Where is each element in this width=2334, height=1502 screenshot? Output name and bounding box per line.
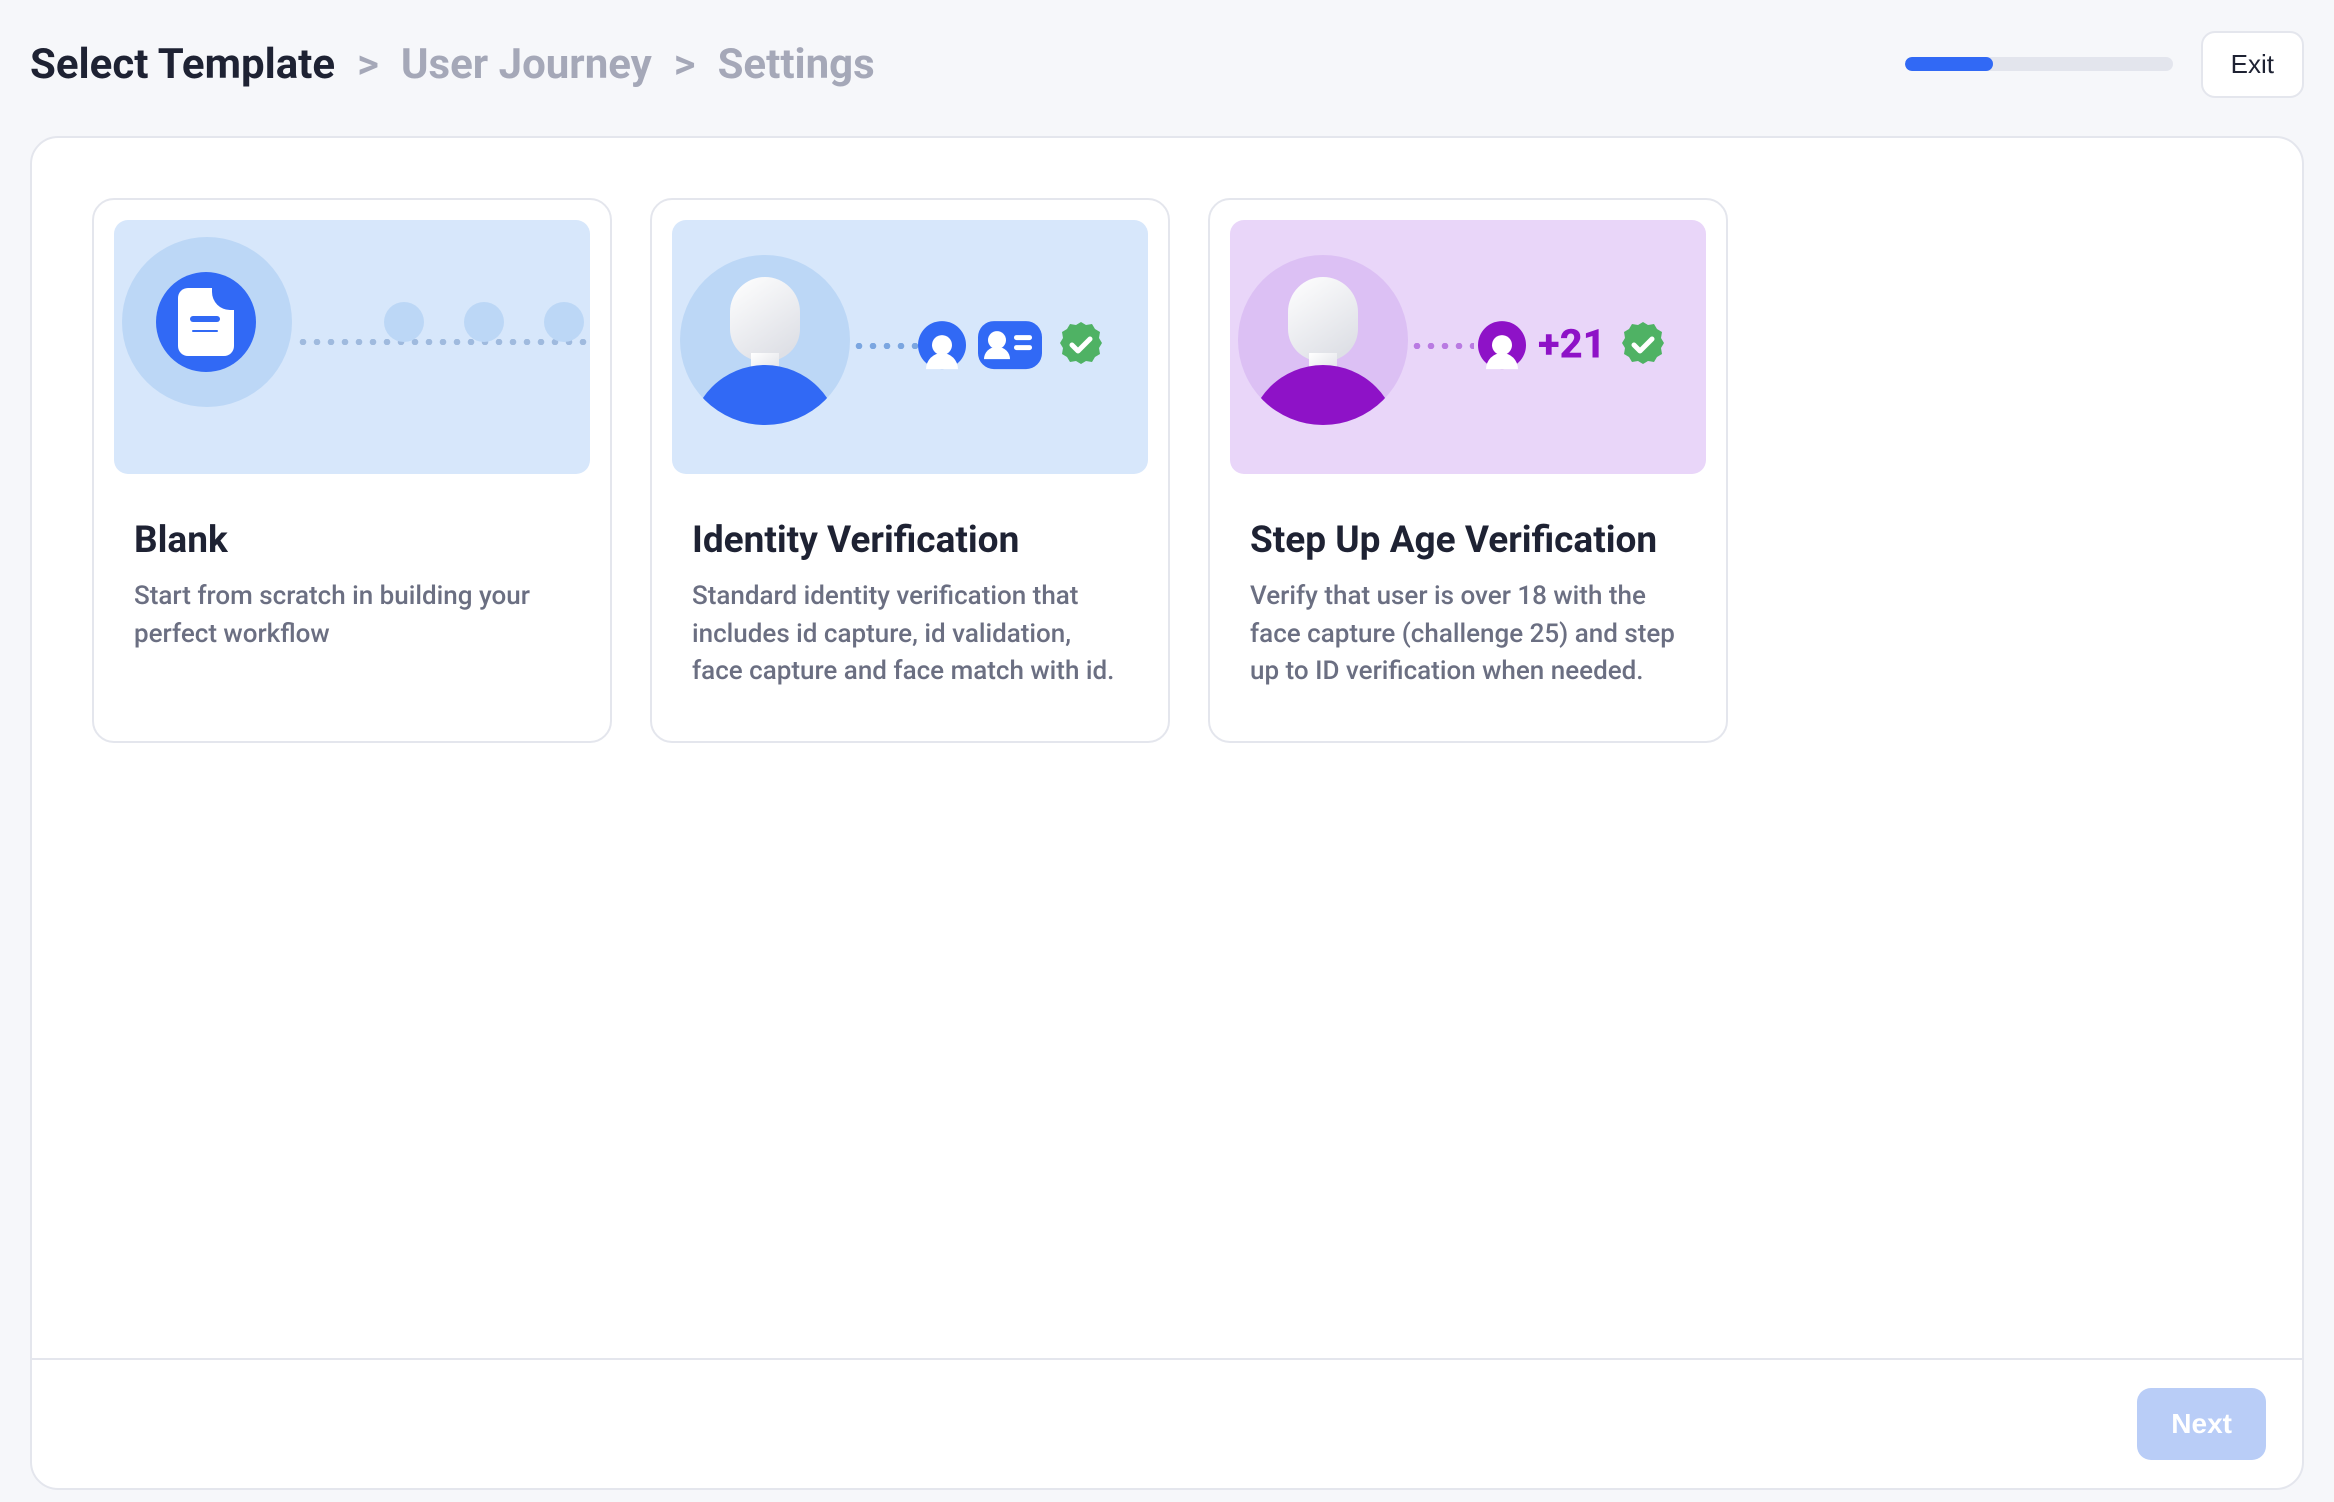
header: Select Template > User Journey > Setting… [0,0,2334,128]
progress-fill [1905,57,1993,71]
flow-dots-icon [296,339,590,345]
next-button[interactable]: Next [2137,1388,2266,1460]
template-title: Step Up Age Verification [1250,518,1686,564]
template-card-blank[interactable]: Blank Start from scratch in building you… [92,198,612,743]
template-illustration [114,220,590,474]
flow-step-placeholder-icon [384,302,424,342]
verified-check-icon [1618,320,1668,370]
breadcrumb-step-settings[interactable]: Settings [718,40,875,89]
chevron-right-icon: > [357,40,379,89]
header-right: Exit [1905,31,2304,98]
person-icon [1478,321,1526,369]
template-illustration: +21 [1230,220,1706,474]
avatar-icon [680,255,850,425]
exit-button[interactable]: Exit [2201,31,2304,98]
main-panel: Blank Start from scratch in building you… [30,136,2304,1490]
avatar-icon [1238,255,1408,425]
template-description: Verify that user is over 18 with the fac… [1250,578,1686,690]
template-description: Start from scratch in building your perf… [134,578,570,653]
template-card-step-up-age[interactable]: +21 Step Up Age Verification Verify that… [1208,198,1728,743]
template-description: Standard identity verification that incl… [692,578,1128,690]
flow-dots-icon [1410,343,1474,349]
template-cards-row: Blank Start from scratch in building you… [92,198,2242,743]
verified-check-icon [1056,320,1106,370]
breadcrumb-step-select-template[interactable]: Select Template [30,40,335,89]
chevron-right-icon: > [674,40,696,89]
flow-step-placeholder-icon [464,302,504,342]
id-card-icon [978,321,1042,369]
template-title: Blank [134,518,570,564]
person-icon [918,321,966,369]
document-icon [156,272,256,372]
template-illustration [672,220,1148,474]
template-card-identity-verification[interactable]: Identity Verification Standard identity … [650,198,1170,743]
breadcrumb-step-user-journey[interactable]: User Journey [401,40,652,89]
progress-bar [1905,57,2173,71]
flow-step-placeholder-icon [544,302,584,342]
template-title: Identity Verification [692,518,1128,564]
flow-dots-icon [852,343,918,349]
panel-footer: Next [32,1358,2302,1488]
age-badge: +21 [1538,321,1606,368]
breadcrumb: Select Template > User Journey > Setting… [30,40,875,89]
